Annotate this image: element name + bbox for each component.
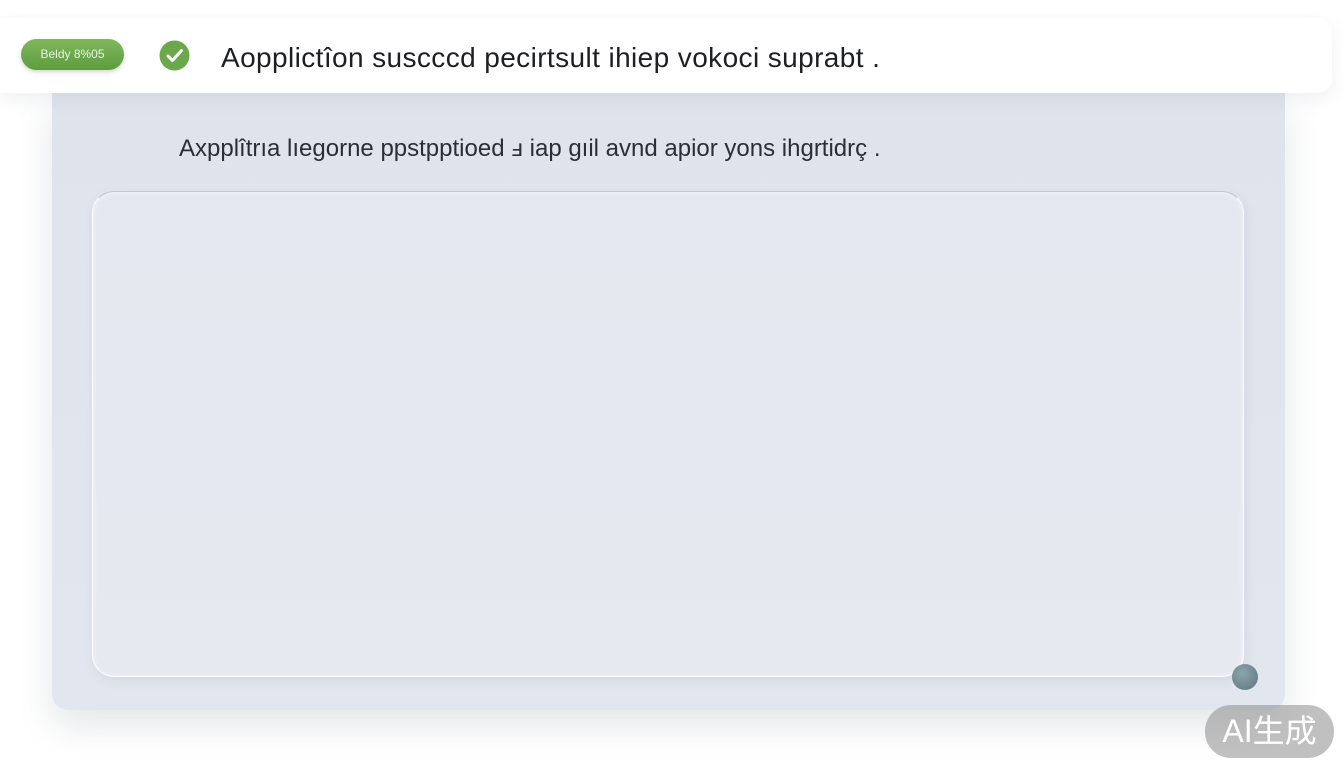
checkmark-circle-icon	[159, 40, 190, 71]
ai-generated-watermark: AI生成	[1205, 705, 1334, 758]
card-subtitle: Axpplîtrıa lıegorne ppstpptioed ⅎ iap gı…	[179, 135, 881, 162]
resize-handle-icon[interactable]	[1232, 664, 1258, 690]
status-badge: Beldy 8%05	[21, 39, 124, 70]
success-notification-banner: Beldy 8%05 Aopplictîon suscccd pecirtsul…	[0, 18, 1332, 93]
notification-title: Aopplictîon suscccd pecirtsult ihiep vok…	[221, 42, 881, 73]
content-text-area[interactable]	[92, 191, 1244, 677]
main-card: Axpplîtrıa lıegorne ppstpptioed ⅎ iap gı…	[52, 93, 1285, 710]
